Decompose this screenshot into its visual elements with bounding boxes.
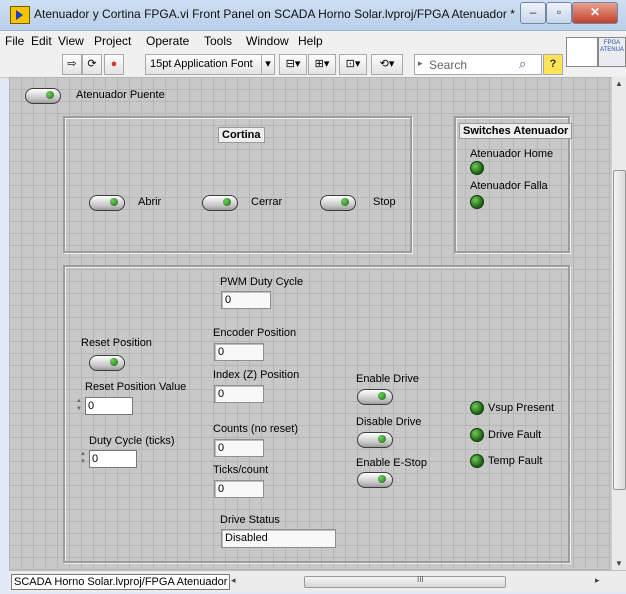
pwm-duty-cycle-label: PWM Duty Cycle — [220, 276, 304, 288]
distribute-objects-icon[interactable]: ⊞▾ — [308, 54, 336, 75]
atenuador-puente-toggle[interactable] — [25, 88, 61, 104]
menu-operate[interactable]: Operate — [146, 34, 189, 48]
menu-view[interactable]: View — [58, 34, 84, 48]
drive-frame — [63, 265, 570, 563]
font-selector[interactable]: 15pt Application Font — [145, 54, 263, 75]
abrir-toggle[interactable] — [89, 195, 125, 211]
menu-project[interactable]: Project — [94, 34, 131, 48]
temp-fault-led — [470, 454, 484, 468]
temp-fault-label: Temp Fault — [488, 455, 543, 467]
scroll-down-arrow-icon[interactable]: ▼ — [615, 559, 623, 568]
reorder-icon[interactable]: ⟲▾ — [371, 54, 403, 75]
index-position-indicator: 0 — [214, 385, 264, 403]
menu-window[interactable]: Window — [246, 34, 289, 48]
enable-drive-label: Enable Drive — [356, 373, 419, 385]
menu-file[interactable]: File — [5, 34, 24, 48]
atenuador-home-led — [470, 161, 484, 175]
reset-position-label: Reset Position — [81, 337, 152, 349]
enable-estop-toggle[interactable] — [357, 472, 393, 488]
counts-no-reset-indicator: 0 — [214, 439, 264, 457]
atenuador-falla-label: Atenuador Falla — [470, 180, 548, 192]
labview-vi-icon — [10, 6, 30, 24]
atenuador-falla-led — [470, 195, 484, 209]
toolbar: ⇨ ⟳ ● 15pt Application Font ▾ ⊟▾ ⊞▾ ⊡▾ ⟲… — [0, 51, 626, 78]
maximize-button[interactable]: ▫ — [546, 2, 572, 24]
vi-icon-label: FPGA ATENUA — [600, 40, 624, 53]
abrir-label: Abrir — [138, 196, 162, 208]
ticks-count-indicator: 0 — [214, 480, 264, 498]
pwm-duty-cycle-indicator: 0 — [221, 291, 271, 309]
menu-edit[interactable]: Edit — [31, 34, 52, 48]
search-arrow-icon: ▸ — [418, 58, 423, 68]
menu-bar: File Edit View Project Operate Tools Win… — [0, 31, 626, 51]
window-title: Atenuador y Cortina FPGA.vi Front Panel … — [34, 7, 515, 21]
status-bar: SCADA Horno Solar.lvproj/FPGA Atenuador … — [9, 570, 626, 592]
minimize-button[interactable]: – — [520, 2, 546, 24]
resize-objects-icon[interactable]: ⊡▾ — [339, 54, 367, 75]
drive-status-label: Drive Status — [220, 514, 280, 526]
title-bar: Atenuador y Cortina FPGA.vi Front Panel … — [0, 0, 626, 31]
disable-drive-toggle[interactable] — [357, 432, 393, 448]
atenuador-puente-label: Atenuador Puente — [76, 89, 165, 101]
run-continuously-icon[interactable]: ⟳ — [82, 54, 102, 75]
run-arrow-icon[interactable]: ⇨ — [62, 54, 82, 75]
scroll-left-arrow-icon[interactable]: ◂ — [231, 575, 236, 586]
index-position-label: Index (Z) Position — [213, 369, 300, 381]
reset-position-value-spinner-icon[interactable]: ▲ ▼ — [76, 397, 82, 415]
horizontal-scroll-thumb[interactable]: III — [304, 575, 506, 588]
switches-title: Switches Atenuador — [459, 123, 573, 139]
drive-fault-label: Drive Fault — [488, 429, 542, 441]
reset-position-value-input[interactable]: 0 — [85, 397, 133, 415]
vsup-present-label: Vsup Present — [488, 402, 555, 414]
counts-no-reset-label: Counts (no reset) — [213, 423, 298, 435]
close-button[interactable]: ✕ — [572, 2, 618, 24]
font-dropdown-arrow-icon[interactable]: ▾ — [261, 54, 275, 75]
search-input[interactable]: ▸ Search ⌕ — [414, 54, 542, 75]
front-panel: Atenuador Puente Cortina Abrir Cerrar St… — [9, 77, 611, 570]
enable-drive-toggle[interactable] — [357, 389, 393, 405]
drive-fault-led — [470, 428, 484, 442]
duty-cycle-ticks-label: Duty Cycle (ticks) — [89, 435, 175, 447]
search-placeholder: Search — [429, 58, 468, 72]
help-icon[interactable]: ? — [543, 54, 563, 75]
enable-estop-label: Enable E-Stop — [356, 457, 427, 469]
connector-pane — [566, 37, 598, 67]
project-path-label: SCADA Horno Solar.lvproj/FPGA Atenuador — [11, 574, 231, 590]
cerrar-label: Cerrar — [251, 196, 283, 208]
vertical-scroll-thumb[interactable] — [613, 170, 626, 490]
ticks-count-label: Ticks/count — [213, 464, 269, 476]
scroll-right-arrow-icon[interactable]: ▸ — [595, 575, 600, 586]
cortina-title: Cortina — [218, 127, 265, 143]
menu-tools[interactable]: Tools — [204, 34, 232, 48]
scroll-up-arrow-icon[interactable]: ▲ — [615, 79, 623, 88]
duty-cycle-ticks-input[interactable]: 0 — [89, 450, 137, 468]
disable-drive-label: Disable Drive — [356, 416, 422, 428]
encoder-position-indicator: 0 — [214, 343, 264, 361]
reset-position-toggle[interactable] — [89, 355, 125, 371]
encoder-position-label: Encoder Position — [213, 327, 297, 339]
duty-cycle-ticks-spinner-icon[interactable]: ▲ ▼ — [80, 450, 86, 468]
vi-icon: FPGA ATENUA — [598, 37, 626, 67]
search-icon[interactable]: ⌕ — [519, 56, 526, 72]
cerrar-toggle[interactable] — [202, 195, 238, 211]
abort-icon[interactable]: ● — [104, 54, 124, 75]
atenuador-home-label: Atenuador Home — [470, 148, 554, 160]
drive-status-indicator: Disabled — [221, 529, 336, 548]
stop-label: Stop — [373, 196, 396, 208]
menu-help[interactable]: Help — [298, 34, 323, 48]
vsup-present-led — [470, 401, 484, 415]
stop-toggle[interactable] — [320, 195, 356, 211]
scroll-grip: III — [417, 575, 424, 584]
reset-position-value-label: Reset Position Value — [85, 381, 187, 393]
align-objects-icon[interactable]: ⊟▾ — [279, 54, 307, 75]
